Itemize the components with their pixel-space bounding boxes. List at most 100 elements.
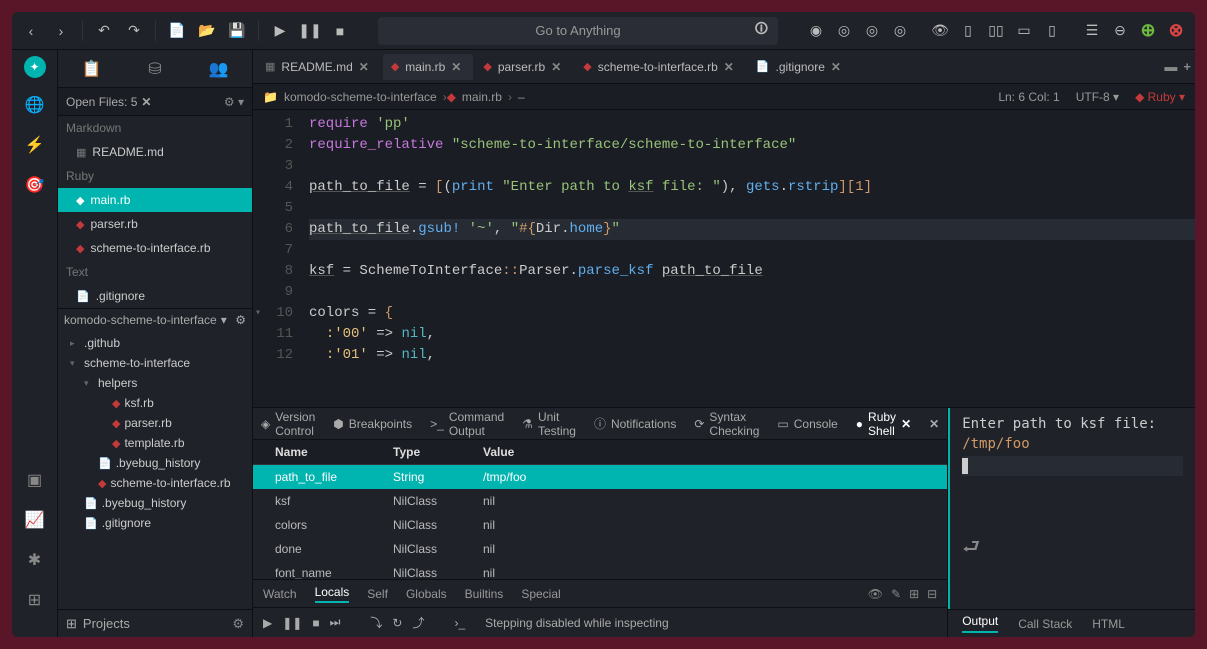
scope-tab-watch[interactable]: Watch bbox=[263, 587, 297, 601]
view-eye-icon[interactable]: 👁 bbox=[927, 18, 953, 44]
layout-icon-4[interactable]: ▯ bbox=[1039, 18, 1065, 44]
layout-icon-1[interactable]: ▯ bbox=[955, 18, 981, 44]
variable-row[interactable]: font_nameNilClassnil bbox=[253, 561, 947, 579]
bottom-tab-ruby-shell[interactable]: ●Ruby Shell ✕ bbox=[856, 410, 911, 438]
run-button[interactable]: ▶ bbox=[267, 18, 293, 44]
tree-item[interactable]: 📄 .gitignore bbox=[58, 513, 252, 533]
debug-pause-button[interactable]: ❚❚ bbox=[282, 616, 302, 630]
menu-icon[interactable]: ☰ bbox=[1079, 18, 1105, 44]
activity-icon-1[interactable]: ✦ bbox=[24, 56, 46, 78]
variable-row[interactable]: path_to_fileString/tmp/foo bbox=[253, 465, 947, 489]
debug-step-button[interactable]: ⏭ bbox=[330, 615, 341, 630]
tree-item[interactable]: ◆ scheme-to-interface.rb bbox=[58, 473, 252, 493]
scope-tab-self[interactable]: Self bbox=[367, 587, 388, 601]
open-file-item[interactable]: ◆ main.rb bbox=[58, 188, 252, 212]
pause-button[interactable]: ❚❚ bbox=[297, 18, 323, 44]
project-gear-icon[interactable]: ⚙ bbox=[235, 313, 246, 327]
tab-close-icon[interactable]: ✕ bbox=[551, 60, 561, 74]
projects-gear-icon[interactable]: ⚙ bbox=[232, 616, 244, 632]
plus-icon[interactable]: ⊞ bbox=[909, 587, 919, 601]
open-folder-button[interactable]: 📂 bbox=[194, 18, 220, 44]
redo-button[interactable]: ↷ bbox=[121, 18, 147, 44]
breadcrumb-symbol[interactable]: – bbox=[512, 90, 531, 104]
star-icon[interactable]: ✱ bbox=[22, 547, 48, 573]
sidebar-tab-files-icon[interactable]: 📋 bbox=[73, 51, 109, 87]
undo-button[interactable]: ↶ bbox=[91, 18, 117, 44]
tree-item[interactable]: 📄 .byebug_history bbox=[58, 493, 252, 513]
debug-stop-button[interactable]: ■ bbox=[312, 616, 319, 630]
code-editor[interactable]: 123456789101112 require 'pp'require_rela… bbox=[253, 110, 1195, 407]
db-icon[interactable]: ⊞ bbox=[22, 587, 48, 613]
bottom-tab-unit-testing[interactable]: ⚗Unit Testing bbox=[522, 410, 576, 438]
sidebar-tab-users-icon[interactable]: 👥 bbox=[201, 51, 237, 87]
bottom-tab-version-control[interactable]: ◈Version Control bbox=[261, 410, 315, 438]
open-file-item[interactable]: ◆ scheme-to-interface.rb bbox=[58, 236, 252, 260]
activity-icon-4[interactable]: 🎯 bbox=[22, 172, 48, 198]
forward-button[interactable]: › bbox=[48, 18, 74, 44]
breadcrumb-file[interactable]: main.rb bbox=[456, 90, 508, 104]
globe-icon[interactable]: 🌐 bbox=[22, 92, 48, 118]
tab-indicator-icon[interactable]: ▬ bbox=[1164, 59, 1177, 74]
tab-close-icon[interactable]: ✕ bbox=[359, 60, 369, 74]
bolt-icon[interactable]: ⚡ bbox=[22, 132, 48, 158]
open-file-item[interactable]: ▦ README.md bbox=[58, 140, 252, 164]
bottom-panel-close-icon[interactable]: ✕ bbox=[929, 417, 939, 431]
circle-icon-3[interactable]: ◎ bbox=[887, 18, 913, 44]
eye-icon[interactable]: 👁 bbox=[868, 587, 883, 601]
scope-tab-builtins[interactable]: Builtins bbox=[465, 587, 504, 601]
tree-item[interactable]: ▸ .github bbox=[58, 333, 252, 353]
terminal-icon[interactable]: ▣ bbox=[22, 467, 48, 493]
breadcrumb-root[interactable]: komodo-scheme-to-interface bbox=[278, 90, 443, 104]
encoding-label[interactable]: UTF-8 ▾ bbox=[1076, 90, 1119, 104]
editor-tab[interactable]: ◆ parser.rb ✕ bbox=[475, 54, 573, 80]
tab-add-icon[interactable]: + bbox=[1183, 59, 1191, 74]
circle-icon-2[interactable]: ◎ bbox=[859, 18, 885, 44]
edit-icon[interactable]: ✎ bbox=[891, 587, 901, 601]
layout-icon-3[interactable]: ▭ bbox=[1011, 18, 1037, 44]
open-file-item[interactable]: ◆ parser.rb bbox=[58, 212, 252, 236]
debug-console-icon[interactable]: ›_ bbox=[455, 616, 466, 630]
bottom-tab-close-icon[interactable]: ✕ bbox=[901, 417, 911, 431]
tree-item[interactable]: ◆ template.rb bbox=[58, 433, 252, 453]
close-icon[interactable]: ⊗ bbox=[1163, 18, 1189, 44]
debug-step-into-icon[interactable]: ⤵ bbox=[370, 614, 382, 631]
new-file-button[interactable]: 📄 bbox=[164, 18, 190, 44]
bottom-tab-notifications[interactable]: ⓘNotifications bbox=[594, 415, 676, 432]
scope-tab-globals[interactable]: Globals bbox=[406, 587, 447, 601]
minus-icon[interactable]: ⊟ bbox=[927, 587, 937, 601]
language-label[interactable]: ◆ Ruby ▾ bbox=[1135, 90, 1185, 104]
cursor-position[interactable]: Ln: 6 Col: 1 bbox=[998, 90, 1059, 104]
tree-item[interactable]: ◆ ksf.rb bbox=[58, 393, 252, 413]
projects-label[interactable]: Projects bbox=[83, 616, 130, 631]
editor-tab[interactable]: ◆ main.rb ✕ bbox=[383, 54, 474, 80]
editor-tab[interactable]: ▦ README.md ✕ bbox=[257, 54, 381, 80]
stop-button[interactable]: ■ bbox=[327, 18, 353, 44]
variable-row[interactable]: colorsNilClassnil bbox=[253, 513, 947, 537]
minimize-icon[interactable]: ⊖ bbox=[1107, 18, 1133, 44]
editor-tab[interactable]: 📄 .gitignore ✕ bbox=[748, 54, 853, 80]
bottom-tab-syntax-checking[interactable]: ⟳Syntax Checking bbox=[694, 410, 759, 438]
open-file-item[interactable]: 📄 .gitignore bbox=[58, 284, 252, 308]
debug-step-over-icon[interactable]: ↻ bbox=[392, 616, 402, 630]
add-icon[interactable]: ⊕ bbox=[1135, 18, 1161, 44]
sidebar-tab-db-icon[interactable]: ⛁ bbox=[140, 51, 169, 87]
open-files-close[interactable]: ✕ bbox=[141, 95, 151, 109]
open-files-gear-icon[interactable]: ⚙ ▾ bbox=[224, 95, 244, 109]
record-macro-icon[interactable]: ◉ bbox=[803, 18, 829, 44]
tree-item[interactable]: ◆ parser.rb bbox=[58, 413, 252, 433]
tree-item[interactable]: ▾ scheme-to-interface bbox=[58, 353, 252, 373]
variable-row[interactable]: doneNilClassnil bbox=[253, 537, 947, 561]
debug-play-button[interactable]: ▶ bbox=[263, 616, 272, 630]
debug-step-out-icon[interactable]: ⤴ bbox=[412, 614, 424, 631]
scope-tab-locals[interactable]: Locals bbox=[315, 585, 350, 603]
bottom-tab-console[interactable]: ▭Console bbox=[777, 417, 837, 431]
graph-icon[interactable]: 📈 bbox=[22, 507, 48, 533]
back-button[interactable]: ‹ bbox=[18, 18, 44, 44]
tree-item[interactable]: ▾ helpers bbox=[58, 373, 252, 393]
tree-item[interactable]: 📄 .byebug_history bbox=[58, 453, 252, 473]
layout-icon-2[interactable]: ▯▯ bbox=[983, 18, 1009, 44]
shell-tab-html[interactable]: HTML bbox=[1092, 617, 1125, 631]
bottom-tab-breakpoints[interactable]: ⬢Breakpoints bbox=[333, 417, 412, 431]
ruby-shell[interactable]: Enter path to ksf file: /tmp/foo ⮐ bbox=[948, 408, 1195, 609]
circle-icon-1[interactable]: ◎ bbox=[831, 18, 857, 44]
